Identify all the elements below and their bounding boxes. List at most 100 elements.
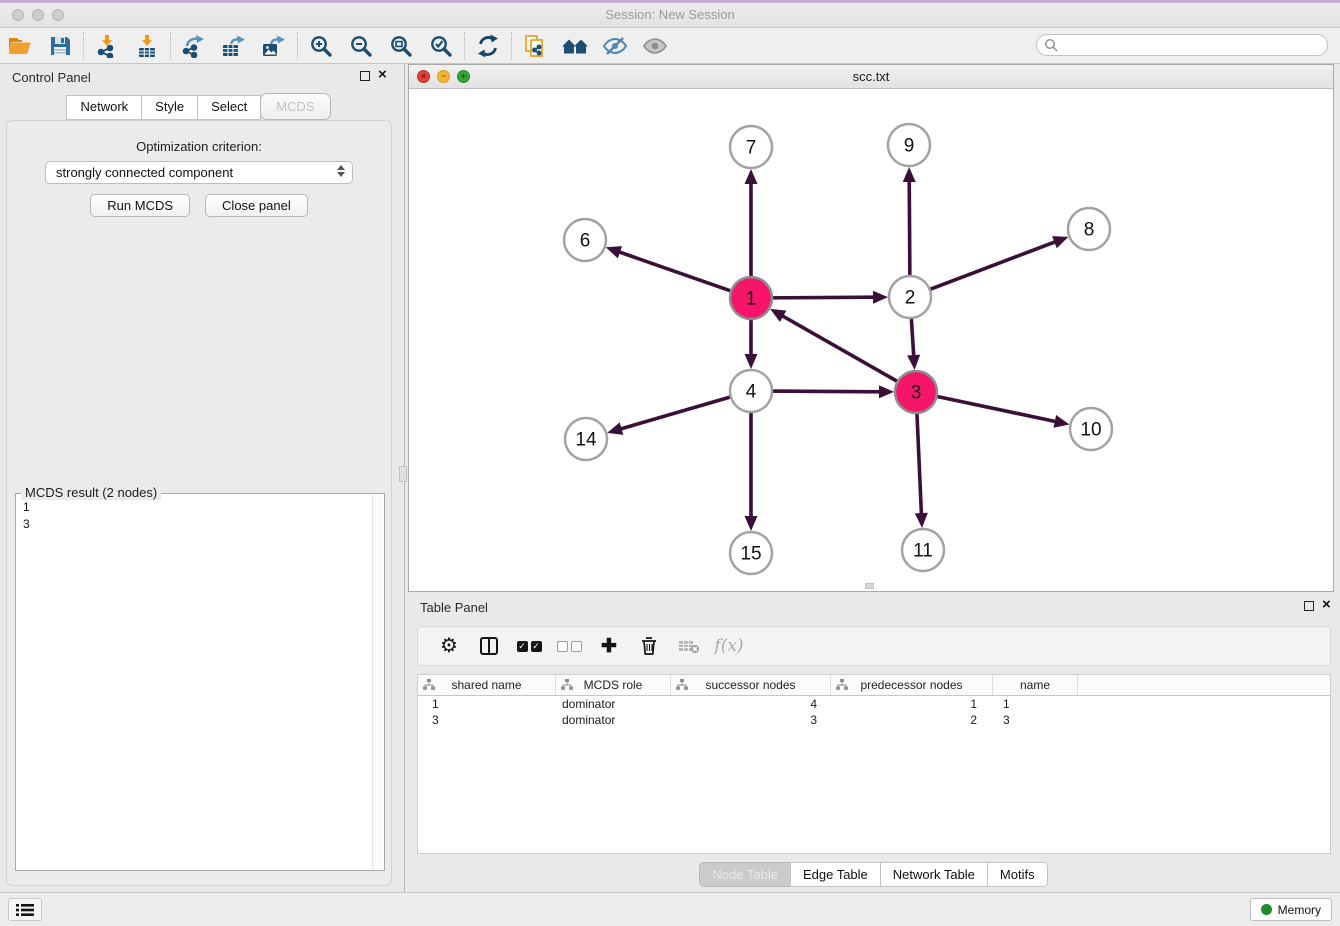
column-header-predecessor-nodes[interactable]: predecessor nodes [831, 675, 993, 695]
cell-predecessor-nodes[interactable]: 2 [831, 712, 993, 728]
zoom-fit-button[interactable] [381, 30, 421, 62]
delete-table-icon [678, 636, 700, 656]
memory-button[interactable]: Memory [1250, 898, 1332, 921]
tab-style[interactable]: Style [141, 95, 198, 120]
cell-shared-name[interactable]: 1 [418, 696, 556, 712]
panel-splitter[interactable] [398, 64, 408, 892]
export-table-button[interactable] [214, 30, 254, 62]
save-session-button[interactable] [40, 30, 80, 62]
result-item[interactable]: 1 [23, 499, 372, 516]
mcds-tab-content: Optimization criterion: strongly connect… [6, 120, 392, 886]
node-label: 15 [740, 544, 761, 565]
cell-name[interactable]: 1 [993, 696, 1078, 712]
mcds-result-list[interactable]: 13 [17, 497, 372, 869]
edge-1-2[interactable] [769, 297, 876, 298]
result-item[interactable]: 3 [23, 516, 372, 533]
column-header-MCDS-role[interactable]: MCDS role [556, 675, 671, 695]
tab-select[interactable]: Select [197, 95, 261, 120]
search-input[interactable] [1058, 36, 1327, 54]
show-elements-button[interactable] [635, 30, 675, 62]
run-mcds-button[interactable]: Run MCDS [90, 194, 190, 217]
refresh-layout-button[interactable] [468, 30, 508, 62]
memory-label: Memory [1278, 903, 1321, 917]
trash-icon [639, 636, 659, 656]
import-table-button[interactable] [127, 30, 167, 62]
tab-motifs[interactable]: Motifs [987, 862, 1048, 887]
splitter-grip-icon[interactable] [399, 466, 407, 482]
close-table-panel-icon[interactable]: × [1322, 597, 1331, 613]
tab-network-table[interactable]: Network Table [880, 862, 988, 887]
edge-1-6[interactable] [617, 251, 734, 292]
column-header-successor-nodes[interactable]: successor nodes [671, 675, 831, 695]
network-window-titlebar[interactable]: × − + scc.txt [409, 65, 1333, 89]
arrowhead-icon [903, 167, 916, 182]
network-canvas[interactable]: 7968124314101511 [409, 89, 1333, 591]
add-column-button[interactable]: ✚ [594, 631, 624, 661]
main-toolbar [0, 28, 1340, 64]
edge-3-1[interactable] [781, 315, 901, 383]
tab-network[interactable]: Network [66, 95, 142, 120]
delete-column-button[interactable] [634, 631, 664, 661]
edge-3-11[interactable] [917, 410, 922, 516]
tab-mcds[interactable]: MCDS [260, 93, 330, 120]
export-network-button[interactable] [174, 30, 214, 62]
zoom-fit-icon [389, 34, 413, 58]
tab-edge-table[interactable]: Edge Table [790, 862, 881, 887]
cell-name[interactable]: 3 [993, 712, 1078, 728]
export-image-button[interactable] [254, 30, 294, 62]
cell-successor-nodes[interactable]: 4 [671, 696, 831, 712]
panel-mode-button[interactable] [474, 631, 504, 661]
table-row[interactable]: 1dominator411 [418, 696, 1330, 712]
clone-network-button[interactable] [515, 30, 555, 62]
select-all-columns-button[interactable]: ✓✓ [514, 631, 544, 661]
edge-4-3[interactable] [769, 391, 882, 392]
edge-4-14[interactable] [619, 396, 734, 429]
control-panel-tabs: NetworkStyleSelectMCDS [0, 95, 398, 120]
edge-2-8[interactable] [927, 241, 1057, 291]
cell-MCDS-role[interactable]: dominator [556, 712, 671, 728]
edge-2-9[interactable] [909, 179, 910, 279]
column-header-name[interactable]: name [993, 675, 1078, 695]
fx-icon: f(x) [714, 636, 743, 656]
import-network-button[interactable] [87, 30, 127, 62]
unselect-all-columns-button[interactable] [554, 631, 584, 661]
open-folder-icon [7, 34, 33, 58]
close-panel-icon[interactable]: × [378, 67, 387, 83]
optimization-criterion-select[interactable]: strongly connected component [45, 161, 353, 184]
arrowhead-icon [745, 516, 758, 531]
cell-successor-nodes[interactable]: 3 [671, 712, 831, 728]
close-panel-button[interactable]: Close panel [205, 194, 308, 217]
zoom-selected-button[interactable] [421, 30, 461, 62]
window-title: Session: New Session [0, 7, 1340, 22]
table-row[interactable]: 3dominator323 [418, 712, 1330, 728]
node-label: 9 [904, 136, 915, 157]
zoom-out-button[interactable] [341, 30, 381, 62]
mcds-result-box: MCDS result (2 nodes) 13 [15, 493, 385, 871]
refresh-icon [476, 34, 500, 58]
hide-elements-button[interactable] [595, 30, 635, 62]
zoom-in-button[interactable] [301, 30, 341, 62]
task-history-button[interactable] [8, 898, 42, 921]
column-settings-button[interactable]: ⚙ [434, 631, 464, 661]
edge-2-3[interactable] [911, 315, 914, 358]
window-titlebar[interactable]: Session: New Session [0, 0, 1340, 28]
open-file-button[interactable] [0, 30, 40, 62]
cell-shared-name[interactable]: 3 [418, 712, 556, 728]
application-window: Session: New Session Control Panel [0, 0, 1340, 926]
neighborhood-button[interactable] [555, 30, 595, 62]
network-window: × − + scc.txt 7968124314101511 [408, 64, 1334, 592]
float-table-panel-icon[interactable] [1304, 601, 1314, 611]
cell-MCDS-role[interactable]: dominator [556, 696, 671, 712]
column-header-shared-name[interactable]: shared name [418, 675, 556, 695]
tab-node-table[interactable]: Node Table [699, 862, 791, 887]
edge-3-10[interactable] [934, 396, 1058, 422]
float-panel-icon[interactable] [360, 71, 370, 81]
canvas-resize-grip[interactable] [865, 583, 874, 589]
result-scrollbar[interactable] [372, 495, 383, 869]
optimization-criterion-label: Optimization criterion: [7, 139, 391, 154]
cell-predecessor-nodes[interactable]: 1 [831, 696, 993, 712]
search-icon [1044, 38, 1058, 52]
split-columns-icon [479, 636, 499, 656]
column-label: shared name [451, 678, 521, 692]
network-canvas-svg[interactable]: 7968124314101511 [409, 89, 1333, 591]
